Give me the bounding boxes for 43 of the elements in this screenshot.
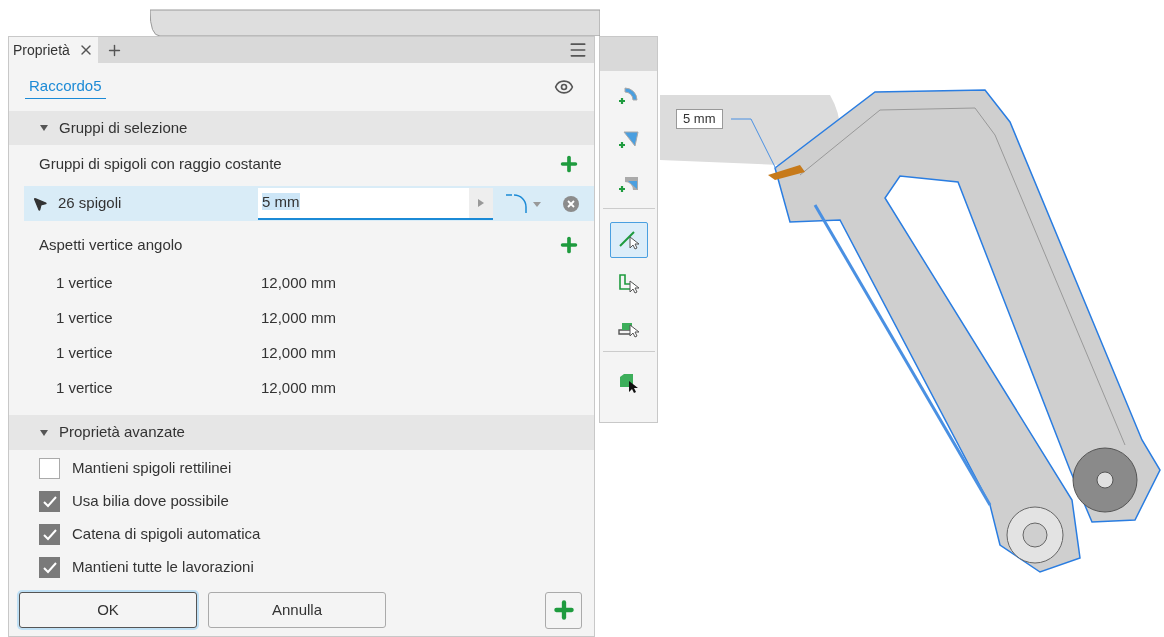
check-icon <box>42 561 57 574</box>
option-label: Mantieni spigoli rettilinei <box>72 458 232 479</box>
check-icon <box>42 528 57 541</box>
checkbox[interactable] <box>39 458 60 479</box>
radius-input[interactable]: 5 mm <box>258 187 493 220</box>
collapse-triangle-icon[interactable] <box>39 123 49 133</box>
vertex-radius: 12,000 mm <box>261 308 337 329</box>
vertex-radius: 12,000 mm <box>261 273 337 294</box>
vertex-label: 1 vertice <box>56 308 114 329</box>
visibility-icon[interactable] <box>554 77 574 97</box>
loop-select-icon <box>616 272 641 296</box>
cancel-button[interactable]: Annulla <box>208 592 386 628</box>
add-icon[interactable] <box>558 234 580 256</box>
vertex-label: 1 vertice <box>56 378 114 399</box>
checkbox[interactable] <box>39 557 60 578</box>
add-button[interactable] <box>545 591 582 629</box>
checkbox[interactable] <box>39 491 60 512</box>
ok-button[interactable]: OK <box>19 592 197 628</box>
vertex-radius: 12,000 mm <box>261 343 337 364</box>
vertex-label: 1 vertice <box>56 343 114 364</box>
vertex-label: 1 vertice <box>56 273 114 294</box>
cursor-icon <box>32 195 48 212</box>
option-label: Mantieni tutte le lavorazioni <box>72 557 254 578</box>
checkbox[interactable] <box>39 524 60 545</box>
option-label: Usa bilia dove possibile <box>72 491 229 512</box>
collapse-triangle-icon[interactable] <box>39 427 49 438</box>
option-label: Catena di spigoli automatica <box>72 524 261 545</box>
dimension-label: 5 mm <box>676 109 723 129</box>
edge-set-row[interactable]: 26 spigoli 5 mm <box>24 186 594 221</box>
menu-icon[interactable] <box>568 40 588 60</box>
group-label: Gruppi di spigoli con raggio costante <box>39 153 282 174</box>
edge-count: 26 spigoli <box>58 193 123 214</box>
section-header[interactable]: Proprietà avanzate <box>9 415 594 450</box>
add-icon[interactable] <box>558 153 580 175</box>
toolbar-header <box>600 37 657 71</box>
panel-tab[interactable]: Proprietà <box>9 37 98 63</box>
group-label: Aspetti vertice angolo <box>39 234 183 255</box>
leader-line <box>731 118 777 170</box>
vertex-radius: 12,000 mm <box>261 378 337 399</box>
spin-arrow-icon[interactable] <box>478 198 484 207</box>
remove-icon[interactable] <box>562 194 580 213</box>
check-icon <box>42 495 57 508</box>
section-header[interactable]: Gruppi di selezione <box>9 111 594 145</box>
